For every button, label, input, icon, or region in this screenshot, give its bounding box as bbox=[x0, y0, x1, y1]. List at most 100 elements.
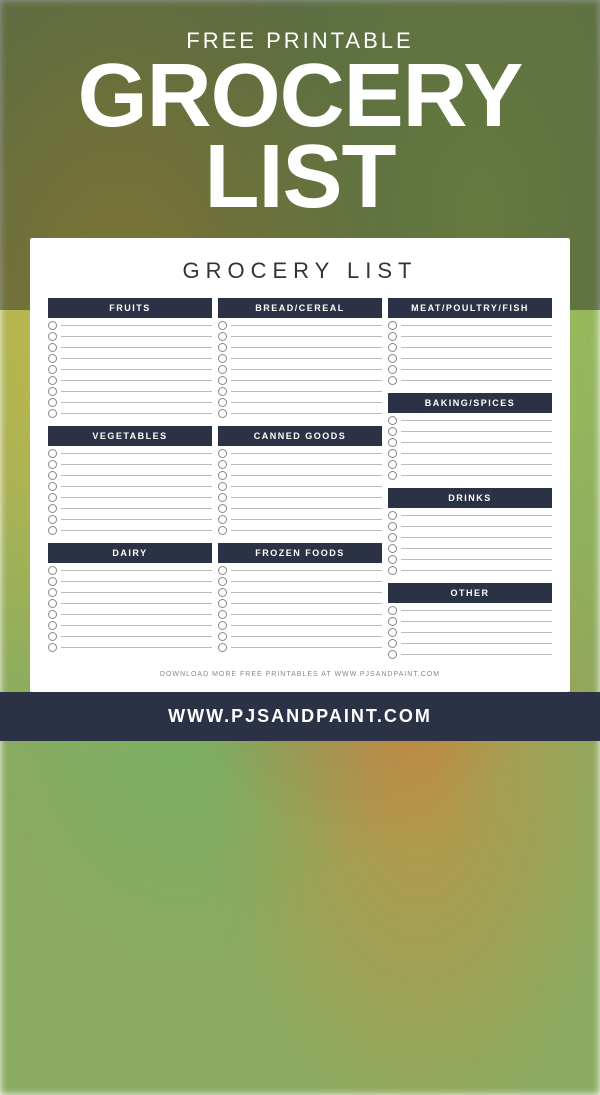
checkbox[interactable] bbox=[48, 343, 57, 352]
checkbox[interactable] bbox=[218, 566, 227, 575]
checkbox[interactable] bbox=[48, 599, 57, 608]
checkbox[interactable] bbox=[48, 460, 57, 469]
card-footer: DOWNLOAD MORE FREE PRINTABLES AT WWW.PJS… bbox=[48, 671, 552, 678]
checkbox[interactable] bbox=[388, 555, 397, 564]
checkbox[interactable] bbox=[48, 387, 57, 396]
checkbox[interactable] bbox=[48, 566, 57, 575]
checkbox[interactable] bbox=[48, 588, 57, 597]
checkbox[interactable] bbox=[388, 343, 397, 352]
checkbox[interactable] bbox=[218, 354, 227, 363]
checkbox[interactable] bbox=[218, 409, 227, 418]
checkbox[interactable] bbox=[218, 588, 227, 597]
checkbox[interactable] bbox=[388, 511, 397, 520]
checkbox[interactable] bbox=[388, 617, 397, 626]
checkbox[interactable] bbox=[388, 606, 397, 615]
checkbox[interactable] bbox=[48, 526, 57, 535]
checkbox[interactable] bbox=[218, 332, 227, 341]
checkbox[interactable] bbox=[218, 449, 227, 458]
checkbox[interactable] bbox=[388, 471, 397, 480]
checkbox[interactable] bbox=[48, 632, 57, 641]
checkbox[interactable] bbox=[388, 544, 397, 553]
checkbox[interactable] bbox=[48, 321, 57, 330]
checkbox[interactable] bbox=[48, 643, 57, 652]
line bbox=[61, 391, 212, 392]
line bbox=[61, 603, 212, 604]
checkbox[interactable] bbox=[48, 398, 57, 407]
list-item bbox=[388, 628, 552, 637]
line bbox=[231, 369, 382, 370]
checkbox[interactable] bbox=[388, 376, 397, 385]
checkbox[interactable] bbox=[48, 515, 57, 524]
checkbox[interactable] bbox=[388, 427, 397, 436]
checkbox[interactable] bbox=[388, 365, 397, 374]
line bbox=[61, 530, 212, 531]
checkbox[interactable] bbox=[48, 354, 57, 363]
checkbox[interactable] bbox=[218, 515, 227, 524]
line bbox=[231, 497, 382, 498]
checkbox[interactable] bbox=[388, 460, 397, 469]
list-item bbox=[48, 515, 212, 524]
checkbox[interactable] bbox=[48, 409, 57, 418]
checkbox[interactable] bbox=[48, 482, 57, 491]
checkbox[interactable] bbox=[388, 354, 397, 363]
checkbox[interactable] bbox=[48, 621, 57, 630]
grocery-list-card: GROCERY LIST FRUITS VEGETABLES bbox=[30, 238, 570, 692]
checkbox[interactable] bbox=[218, 493, 227, 502]
checkbox[interactable] bbox=[48, 504, 57, 513]
section-header-meat: MEAT/POULTRY/FISH bbox=[388, 298, 552, 318]
line bbox=[61, 369, 212, 370]
column-2: BREAD/CEREAL CANNED GOODS FROZEN FOODS bbox=[218, 298, 382, 661]
checkbox[interactable] bbox=[218, 387, 227, 396]
checkbox[interactable] bbox=[218, 526, 227, 535]
checkbox[interactable] bbox=[388, 332, 397, 341]
checkbox[interactable] bbox=[48, 471, 57, 480]
checkbox[interactable] bbox=[218, 482, 227, 491]
line bbox=[401, 420, 552, 421]
checkbox[interactable] bbox=[48, 577, 57, 586]
section-header-dairy: DAIRY bbox=[48, 543, 212, 563]
checkbox[interactable] bbox=[48, 493, 57, 502]
section-header-frozen: FROZEN FOODS bbox=[218, 543, 382, 563]
checkbox[interactable] bbox=[48, 365, 57, 374]
checkbox[interactable] bbox=[48, 610, 57, 619]
checkbox[interactable] bbox=[218, 632, 227, 641]
checkbox[interactable] bbox=[218, 504, 227, 513]
checkbox[interactable] bbox=[388, 416, 397, 425]
line bbox=[61, 325, 212, 326]
checkbox[interactable] bbox=[48, 376, 57, 385]
line bbox=[231, 570, 382, 571]
line bbox=[61, 636, 212, 637]
checkbox[interactable] bbox=[218, 577, 227, 586]
checkbox[interactable] bbox=[388, 438, 397, 447]
checkbox[interactable] bbox=[388, 639, 397, 648]
checkbox[interactable] bbox=[218, 460, 227, 469]
checkbox[interactable] bbox=[48, 332, 57, 341]
checkbox[interactable] bbox=[388, 449, 397, 458]
checkbox[interactable] bbox=[218, 376, 227, 385]
line bbox=[61, 402, 212, 403]
checkbox[interactable] bbox=[388, 650, 397, 659]
list-item bbox=[388, 617, 552, 626]
checkbox[interactable] bbox=[218, 610, 227, 619]
list-item bbox=[48, 398, 212, 407]
checkbox[interactable] bbox=[388, 628, 397, 637]
checkbox[interactable] bbox=[218, 471, 227, 480]
checkbox[interactable] bbox=[48, 449, 57, 458]
list-item bbox=[388, 650, 552, 659]
section-header-baking: BAKING/SPICES bbox=[388, 393, 552, 413]
checkbox[interactable] bbox=[218, 643, 227, 652]
checkbox[interactable] bbox=[388, 566, 397, 575]
checkbox[interactable] bbox=[218, 321, 227, 330]
checkbox[interactable] bbox=[218, 621, 227, 630]
checkbox[interactable] bbox=[218, 599, 227, 608]
checkbox[interactable] bbox=[388, 533, 397, 542]
line bbox=[231, 530, 382, 531]
checkbox[interactable] bbox=[218, 365, 227, 374]
list-item bbox=[48, 354, 212, 363]
checkbox[interactable] bbox=[218, 398, 227, 407]
list-item bbox=[218, 566, 382, 575]
checkbox[interactable] bbox=[388, 522, 397, 531]
list-item bbox=[48, 365, 212, 374]
checkbox[interactable] bbox=[218, 343, 227, 352]
checkbox[interactable] bbox=[388, 321, 397, 330]
